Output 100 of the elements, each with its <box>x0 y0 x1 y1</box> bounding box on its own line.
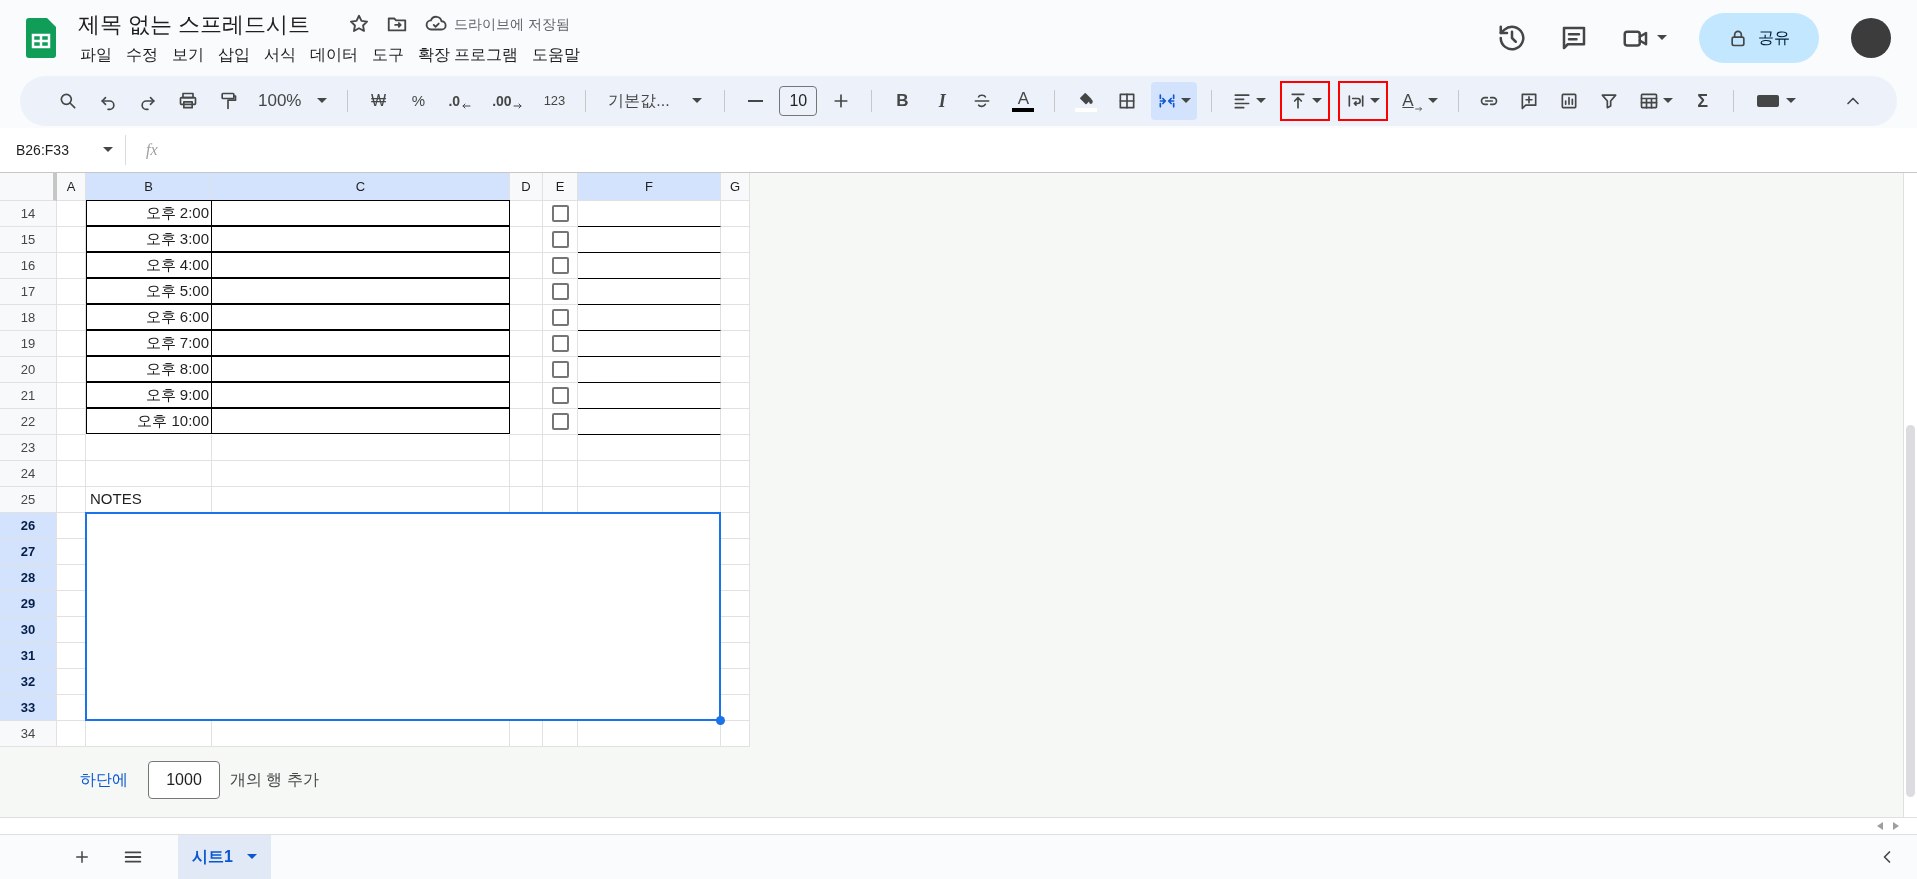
share-button[interactable]: 공유 <box>1699 13 1819 63</box>
table-cell: 오후 5:00 <box>86 278 212 304</box>
avatar[interactable] <box>1851 18 1891 58</box>
spreadsheet-logo-icon[interactable] <box>26 18 56 58</box>
grid-cell <box>57 461 86 487</box>
checkbox[interactable] <box>551 283 569 300</box>
grid-cell <box>721 487 750 513</box>
document-title[interactable]: 제목 없는 스프레드시트 <box>78 7 311 41</box>
menu-item[interactable]: 도움말 <box>528 43 585 67</box>
scroll-right-icon[interactable] <box>1893 822 1899 830</box>
grid-cell <box>721 409 750 435</box>
menu-item[interactable]: 데이터 <box>306 43 362 67</box>
checkbox[interactable] <box>551 361 569 378</box>
row-header[interactable]: 20 <box>0 357 57 383</box>
table-icon <box>1638 91 1659 111</box>
grid-icon <box>1117 91 1138 111</box>
increase-decimal-button[interactable]: .00 <box>486 85 530 117</box>
grid-cell <box>57 201 86 227</box>
row-header[interactable]: 31 <box>0 643 57 669</box>
checkbox[interactable] <box>551 335 569 352</box>
row-header[interactable]: 14 <box>0 201 57 227</box>
font-size-field[interactable]: 10 <box>779 86 818 116</box>
row-header[interactable]: 17 <box>0 279 57 305</box>
caret-icon <box>1657 35 1667 41</box>
vertical-align-button[interactable] <box>1280 81 1331 121</box>
grid-cell <box>57 227 86 253</box>
history-icon <box>1497 23 1527 53</box>
row-header[interactable]: 30 <box>0 617 57 643</box>
text-rotation-button[interactable]: A <box>1396 85 1444 117</box>
more-formats-button[interactable]: 123 <box>537 85 572 117</box>
table-cell: 오후 6:00 <box>86 304 212 330</box>
row-header[interactable]: 32 <box>0 669 57 695</box>
menu-item[interactable]: 파일 <box>76 43 116 67</box>
grid-cell <box>57 279 86 305</box>
font-select[interactable]: 기본값... <box>600 85 711 117</box>
row-header[interactable]: 27 <box>0 539 57 565</box>
zoom-select[interactable]: 100% <box>252 85 334 117</box>
save-status: 드라이브에 저장됨 <box>454 14 571 34</box>
menu-item[interactable]: 삽입 <box>214 43 254 67</box>
menu-item[interactable]: 보기 <box>168 43 208 67</box>
checkbox[interactable] <box>551 257 569 274</box>
checkbox[interactable] <box>551 387 569 404</box>
checkbox[interactable] <box>551 205 569 222</box>
grid-cell <box>721 305 750 331</box>
row-header[interactable]: 23 <box>0 435 57 461</box>
menu-item[interactable]: 서식 <box>260 43 300 67</box>
checkbox[interactable] <box>551 231 569 248</box>
column-header[interactable]: E <box>543 173 578 201</box>
caret-icon <box>1370 98 1381 104</box>
text-wrap-button[interactable] <box>1338 81 1389 121</box>
row-header[interactable]: 33 <box>0 695 57 721</box>
scroll-left-icon[interactable] <box>1877 822 1883 830</box>
row-header[interactable]: 16 <box>0 253 57 279</box>
row-header[interactable]: 19 <box>0 331 57 357</box>
menu-item[interactable]: 확장 프로그램 <box>414 43 523 67</box>
menu-item[interactable]: 도구 <box>368 43 408 67</box>
table-cell: 오후 2:00 <box>86 200 212 226</box>
caret-icon <box>1312 98 1323 104</box>
fill-handle[interactable] <box>716 716 725 725</box>
column-header[interactable]: A <box>57 173 86 201</box>
grid-cell <box>721 253 750 279</box>
currency-button[interactable]: ₩ <box>362 85 395 117</box>
checkbox[interactable] <box>551 309 569 326</box>
table-cell: 오후 3:00 <box>86 226 212 252</box>
bold-button[interactable]: B <box>886 85 919 117</box>
star-icon <box>348 13 371 35</box>
column-header[interactable]: B <box>86 173 212 201</box>
row-header[interactable]: 28 <box>0 565 57 591</box>
functions-button[interactable]: Σ <box>1686 85 1719 117</box>
decrease-decimal-button[interactable]: .0 <box>442 85 479 117</box>
column-header[interactable]: F <box>578 173 721 201</box>
caret-icon <box>1181 98 1192 104</box>
row-header[interactable]: 21 <box>0 383 57 409</box>
column-header[interactable]: C <box>212 173 510 201</box>
grid-cell <box>510 435 543 461</box>
row-header[interactable]: 22 <box>0 409 57 435</box>
sheet-tab[interactable]: 시트1 <box>178 835 271 879</box>
row-count-field[interactable]: 1000 <box>148 761 220 799</box>
table-cell: 오후 8:00 <box>86 356 212 382</box>
row-header[interactable]: 26 <box>0 513 57 539</box>
column-header[interactable]: G <box>721 173 750 201</box>
name-box[interactable]: B26:F33 <box>0 135 126 165</box>
caret-icon <box>1256 98 1267 104</box>
row-header[interactable]: 24 <box>0 461 57 487</box>
add-rows-link[interactable]: 하단에 <box>80 768 128 792</box>
checkbox[interactable] <box>551 413 569 430</box>
percent-button[interactable]: % <box>402 85 435 117</box>
row-header[interactable]: 25 <box>0 487 57 513</box>
text-color-button[interactable]: A <box>1006 85 1041 117</box>
italic-button[interactable]: I <box>926 85 959 117</box>
scrollbar-thumb[interactable] <box>1906 425 1915 797</box>
menu-item[interactable]: 수정 <box>122 43 162 67</box>
row-header[interactable]: 15 <box>0 227 57 253</box>
column-header[interactable]: D <box>510 173 543 201</box>
row-header[interactable]: 18 <box>0 305 57 331</box>
row-header[interactable]: 34 <box>0 721 57 747</box>
row-header[interactable]: 29 <box>0 591 57 617</box>
merge-cells-button[interactable] <box>1151 82 1198 120</box>
merge-icon <box>1157 91 1178 111</box>
grid-cell <box>721 279 750 305</box>
